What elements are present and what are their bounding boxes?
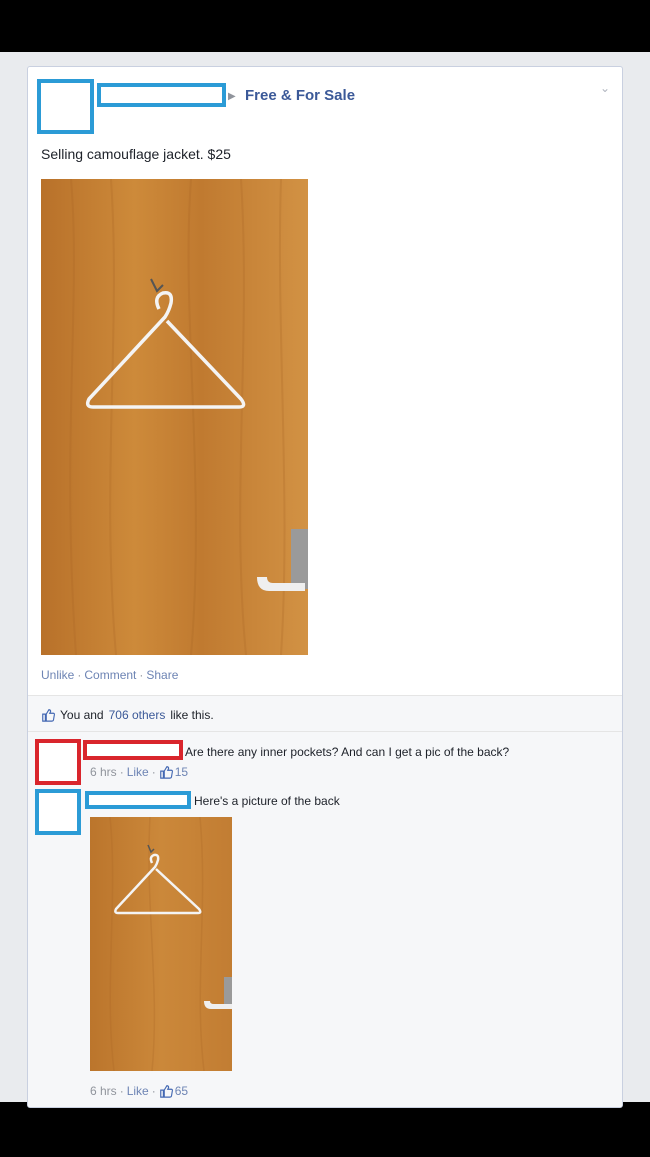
comment-like-count[interactable]: 15: [175, 765, 188, 779]
post-actions: Unlike · Comment · Share: [41, 668, 179, 682]
unlike-link[interactable]: Unlike: [41, 668, 74, 682]
thumbs-up-icon: [159, 1085, 173, 1098]
door-with-hanger-image: [41, 179, 308, 655]
commenter-avatar-redacted[interactable]: [35, 789, 81, 835]
post-photo[interactable]: [41, 179, 308, 655]
comment-text: Here's a picture of the back: [194, 794, 340, 808]
likes-suffix: like this.: [170, 708, 214, 722]
commenter-avatar-redacted[interactable]: [35, 739, 81, 785]
thumbs-up-icon: [42, 709, 55, 722]
arrow-right-icon: ▶: [228, 91, 236, 102]
comment-link[interactable]: Comment: [84, 668, 136, 682]
comment-timestamp[interactable]: 6 hrs: [90, 765, 117, 779]
poster-avatar-redacted[interactable]: [37, 79, 94, 134]
likes-count-link[interactable]: 706 others: [109, 708, 166, 722]
post-card: ▶ Free & For Sale ⌄ Selling camouflage j…: [27, 66, 623, 1108]
comment-like-link[interactable]: Like: [127, 1084, 149, 1098]
share-link[interactable]: Share: [146, 668, 178, 682]
comment-photo[interactable]: [90, 817, 232, 1071]
likes-prefix: You and: [60, 708, 104, 722]
thumbs-up-icon: [159, 766, 173, 779]
comment-text: Are there any inner pockets? And can I g…: [185, 745, 510, 759]
divider: [28, 695, 622, 696]
door-with-hanger-image: [90, 817, 232, 1071]
comment-like-count[interactable]: 65: [175, 1084, 188, 1098]
divider: [28, 731, 622, 732]
comment-meta: 6 hrs · Like · 15: [90, 765, 189, 779]
commenter-name-redacted[interactable]: [83, 740, 183, 760]
group-link[interactable]: Free & For Sale: [245, 87, 355, 104]
poster-name-redacted[interactable]: [97, 83, 226, 107]
comment-timestamp[interactable]: 6 hrs: [90, 1084, 117, 1098]
chevron-down-icon[interactable]: ⌄: [600, 81, 610, 95]
commenter-name-redacted[interactable]: [85, 791, 191, 809]
comment-like-link[interactable]: Like: [127, 765, 149, 779]
comment-meta: 6 hrs · Like · 65: [90, 1084, 189, 1098]
likes-summary: You and 706 others like this.: [41, 708, 214, 722]
post-text: Selling camouflage jacket. $25: [41, 146, 231, 162]
